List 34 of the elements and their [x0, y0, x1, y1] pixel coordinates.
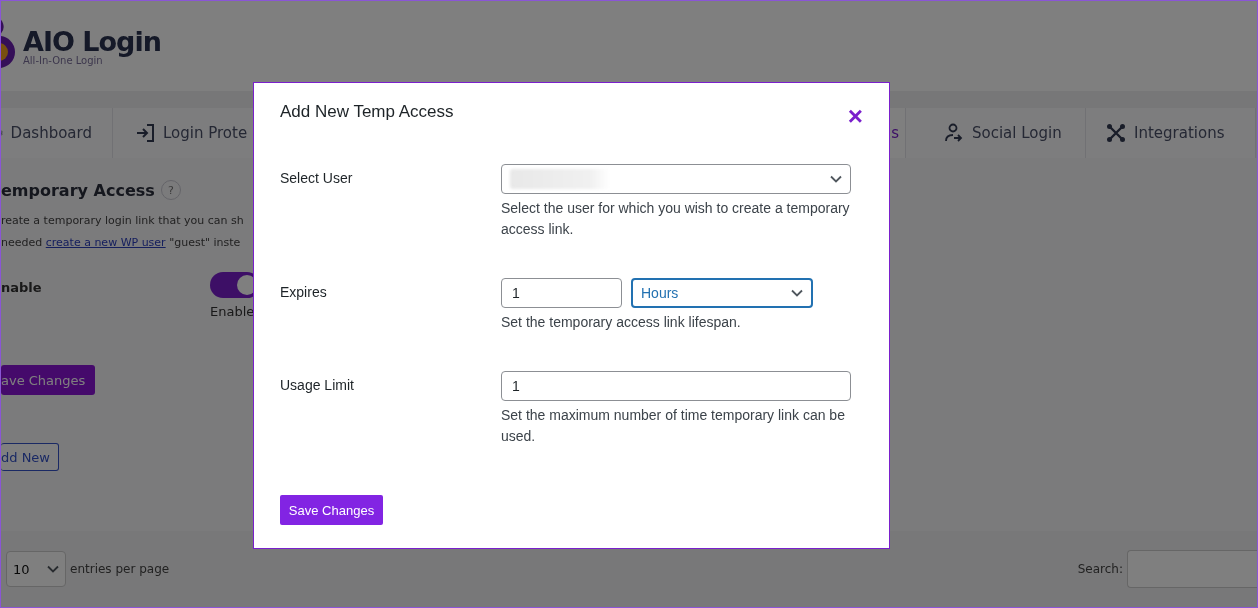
- logo-subtitle: All-In-One Login: [23, 54, 103, 66]
- logo-title: AIO Login: [23, 26, 161, 57]
- entries-label: entries per page: [70, 562, 170, 576]
- enable-label: nable: [1, 280, 43, 297]
- add-new-button[interactable]: dd New: [1, 443, 59, 471]
- user-icon: [944, 123, 964, 143]
- toggle-caption: Enable: [210, 304, 255, 319]
- search-field[interactable]: [1127, 550, 1257, 588]
- field-label: Expires: [280, 283, 328, 302]
- create-user-link[interactable]: create a new WP user: [45, 236, 166, 249]
- duration-input[interactable]: 1: [501, 278, 622, 308]
- section-title: emporary Access: [1, 180, 155, 200]
- close-button[interactable]: ×: [847, 106, 863, 126]
- network-icon: [1106, 123, 1126, 143]
- field-label: Usage Limit: [280, 376, 355, 395]
- chevron-down-icon: [47, 565, 59, 573]
- entries-select[interactable]: 10: [6, 551, 66, 587]
- nav-tab[interactable]: Integrations: [1086, 108, 1256, 158]
- field-help: Set the temporary access link lifespan.: [501, 313, 742, 332]
- nav-tab[interactable]: Dashboard: [1, 108, 113, 158]
- field-help: Select the user for which you wish to create a temporary access link.: [501, 199, 851, 239]
- usage-limit-input[interactable]: 1: [501, 371, 851, 401]
- user-select[interactable]: [501, 164, 851, 194]
- unit-select[interactable]: Hours: [631, 278, 813, 308]
- save-button[interactable]: ave Changes: [1, 365, 96, 395]
- search-label: Search:: [1077, 562, 1123, 576]
- save-button[interactable]: Save Changes: [280, 495, 383, 525]
- chevron-down-icon: [830, 175, 842, 183]
- dialog-title: Add New Temp Access: [280, 102, 454, 122]
- field-help: Set the maximum number of time temporary link can be used.: [501, 406, 846, 446]
- chevron-down-icon: [791, 289, 803, 297]
- nav-tab[interactable]: Social Login: [906, 108, 1086, 158]
- login-icon: [135, 123, 155, 143]
- field-label: Select User: [280, 169, 354, 188]
